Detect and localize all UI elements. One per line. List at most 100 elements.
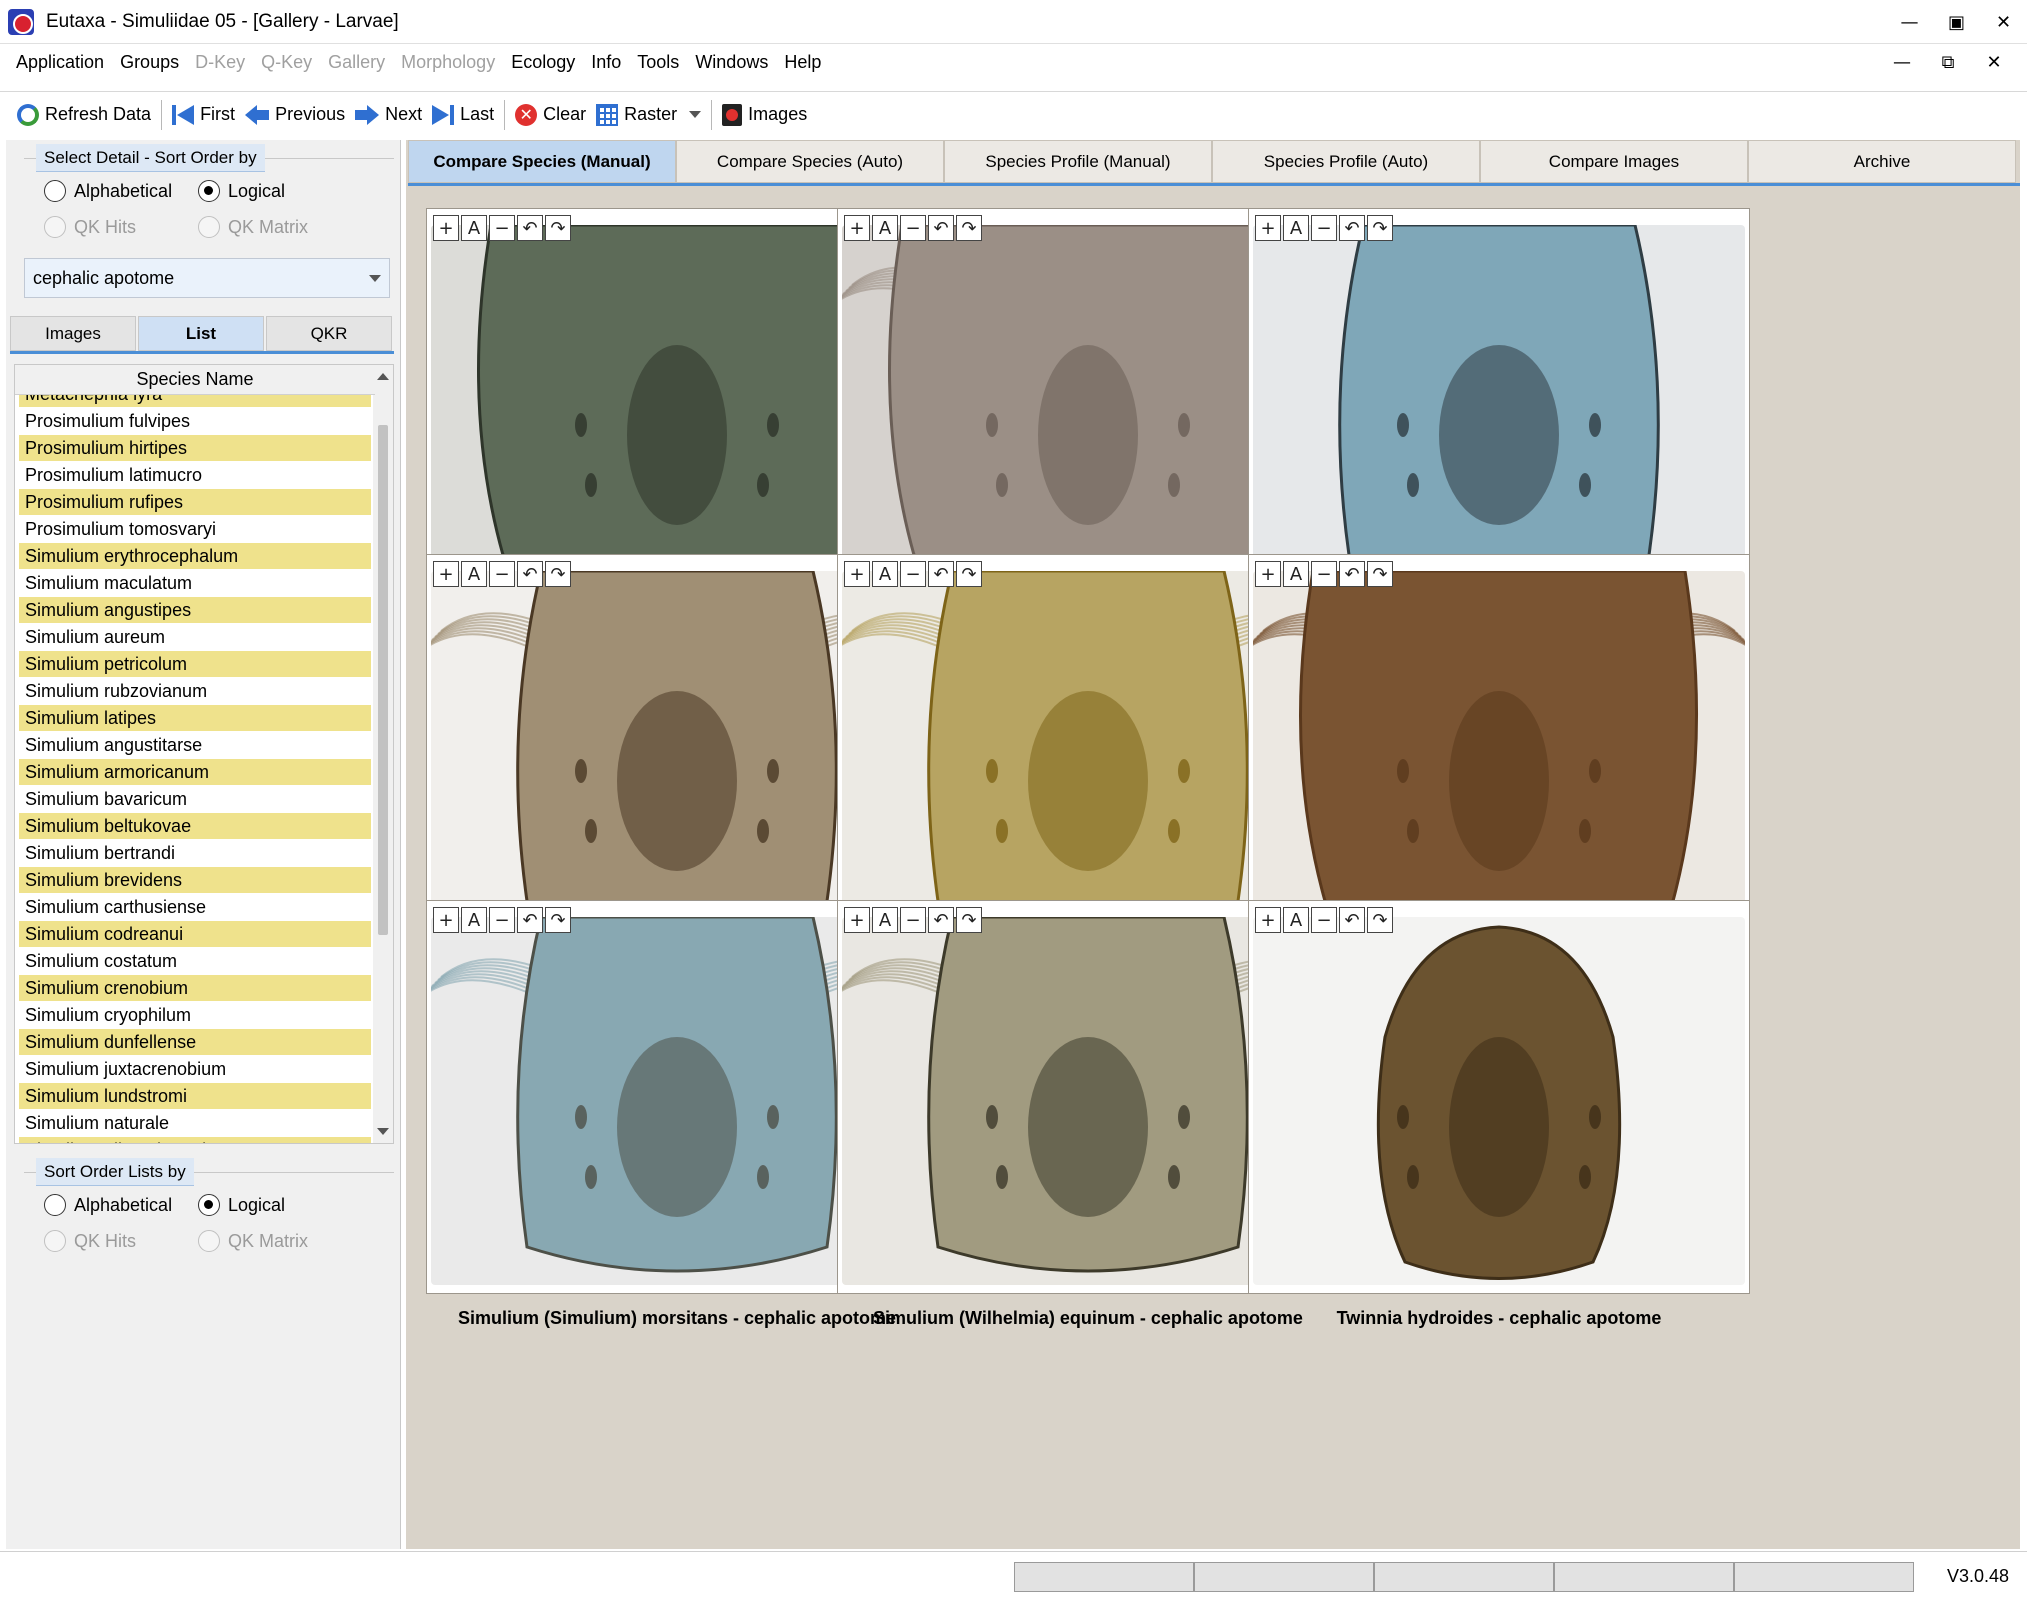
list-item[interactable]: Simulium bavaricum [19, 786, 371, 813]
annotate-icon[interactable]: A [461, 561, 487, 587]
tab-compare-species-auto[interactable]: Compare Species (Auto) [676, 140, 944, 183]
list-item[interactable]: Simulium carthusiense [19, 894, 371, 921]
scroll-down-icon[interactable] [377, 1128, 389, 1135]
menu-info[interactable]: Info [583, 52, 629, 73]
raster-button[interactable]: Raster [591, 98, 706, 132]
tab-compare-images[interactable]: Compare Images [1480, 140, 1748, 183]
list-item[interactable]: Simulium petricolum [19, 651, 371, 678]
sort-logical-radio[interactable]: Logical [198, 1194, 285, 1216]
species-list[interactable]: Species Name Metacnephia lyraProsimulium… [14, 364, 394, 1144]
rotate-right-icon[interactable]: ↷ [545, 561, 571, 587]
list-item[interactable]: Simulium dunfellense [19, 1029, 371, 1056]
list-item[interactable]: Simulium latipes [19, 705, 371, 732]
tab-species-profile-manual[interactable]: Species Profile (Manual) [944, 140, 1212, 183]
list-item[interactable]: Simulium rubzovianum [19, 678, 371, 705]
list-item[interactable]: Simulium angustipes [19, 597, 371, 624]
zoom-out-icon[interactable]: − [1311, 215, 1337, 241]
annotate-icon[interactable]: A [461, 907, 487, 933]
tab-compare-species-manual[interactable]: Compare Species (Manual) [408, 140, 676, 183]
detail-logical-radio[interactable]: Logical [198, 180, 285, 202]
images-button[interactable]: Images [717, 98, 812, 132]
zoom-in-icon[interactable]: + [844, 561, 870, 587]
list-item[interactable]: Simulium cryophilum [19, 1002, 371, 1029]
zoom-in-icon[interactable]: + [433, 215, 459, 241]
list-item[interactable]: Simulium brevidens [19, 867, 371, 894]
zoom-in-icon[interactable]: + [1255, 215, 1281, 241]
list-item[interactable]: Prosimulium tomosvaryi [19, 516, 371, 543]
zoom-out-icon[interactable]: − [900, 215, 926, 241]
list-item[interactable]: Simulium erythrocephalum [19, 543, 371, 570]
last-button[interactable]: Last [427, 98, 499, 132]
annotate-icon[interactable]: A [872, 561, 898, 587]
species-name-column-header[interactable]: Species Name [15, 365, 375, 395]
rotate-left-icon[interactable]: ↶ [1339, 907, 1365, 933]
specimen-photo[interactable] [1253, 225, 1745, 593]
zoom-in-icon[interactable]: + [1255, 907, 1281, 933]
tab-images[interactable]: Images [10, 316, 136, 351]
list-item[interactable]: Simulium lundstromi [19, 1083, 371, 1110]
list-item[interactable]: Simulium angustitarse [19, 732, 371, 759]
rotate-left-icon[interactable]: ↶ [928, 907, 954, 933]
detail-alphabetical-radio[interactable]: Alphabetical [44, 180, 172, 202]
rotate-right-icon[interactable]: ↷ [956, 215, 982, 241]
zoom-out-icon[interactable]: − [489, 561, 515, 587]
list-item[interactable]: Simulium costatum [19, 948, 371, 975]
list-item[interactable]: Prosimulium rufipes [19, 489, 371, 516]
list-item[interactable]: Simulium armoricanum [19, 759, 371, 786]
menu-windows[interactable]: Windows [687, 52, 776, 73]
rotate-right-icon[interactable]: ↷ [1367, 907, 1393, 933]
rotate-left-icon[interactable]: ↶ [1339, 561, 1365, 587]
zoom-in-icon[interactable]: + [433, 561, 459, 587]
zoom-out-icon[interactable]: − [1311, 561, 1337, 587]
child-minimize-icon[interactable]: — [1879, 44, 1925, 80]
chevron-down-icon[interactable] [369, 275, 381, 282]
rotate-left-icon[interactable]: ↶ [1339, 215, 1365, 241]
list-item[interactable]: Simulium aureum [19, 624, 371, 651]
menu-application[interactable]: Application [8, 52, 112, 73]
list-item[interactable]: Prosimulium fulvipes [19, 408, 371, 435]
annotate-icon[interactable]: A [1283, 215, 1309, 241]
rotate-right-icon[interactable]: ↷ [545, 215, 571, 241]
scroll-up-icon[interactable] [377, 373, 389, 380]
annotate-icon[interactable]: A [872, 907, 898, 933]
rotate-right-icon[interactable]: ↷ [1367, 215, 1393, 241]
rotate-right-icon[interactable]: ↷ [956, 561, 982, 587]
menu-tools[interactable]: Tools [629, 52, 687, 73]
zoom-in-icon[interactable]: + [844, 215, 870, 241]
zoom-out-icon[interactable]: − [1311, 907, 1337, 933]
previous-button[interactable]: Previous [240, 98, 350, 132]
sort-alphabetical-radio[interactable]: Alphabetical [44, 1194, 172, 1216]
species-list-scrollbar[interactable] [373, 365, 393, 1143]
tab-list[interactable]: List [138, 316, 264, 351]
rotate-right-icon[interactable]: ↷ [956, 907, 982, 933]
annotate-icon[interactable]: A [461, 215, 487, 241]
list-item[interactable]: Simulium maculatum [19, 570, 371, 597]
annotate-icon[interactable]: A [1283, 561, 1309, 587]
refresh-data-button[interactable]: Refresh Data [12, 98, 156, 132]
clear-button[interactable]: ✕ Clear [510, 98, 591, 132]
next-button[interactable]: Next [350, 98, 427, 132]
zoom-out-icon[interactable]: − [489, 215, 515, 241]
list-item[interactable]: Prosimulium latimucro [19, 462, 371, 489]
annotate-icon[interactable]: A [872, 215, 898, 241]
specimen-photo[interactable] [1253, 917, 1745, 1285]
list-item[interactable]: Simulium juxtacrenobium [19, 1056, 371, 1083]
tab-qkr[interactable]: QKR [266, 316, 392, 351]
tab-archive[interactable]: Archive [1748, 140, 2016, 183]
specimen-photo[interactable] [1253, 571, 1745, 939]
zoom-out-icon[interactable]: − [489, 907, 515, 933]
list-item[interactable]: Simulium beltukovae [19, 813, 371, 840]
zoom-in-icon[interactable]: + [433, 907, 459, 933]
minimize-icon[interactable]: — [1886, 0, 1933, 44]
menu-help[interactable]: Help [776, 52, 829, 73]
first-button[interactable]: First [167, 98, 240, 132]
detail-select[interactable]: cephalic apotome [24, 258, 390, 298]
list-item[interactable]: Simulium codreanui [19, 921, 371, 948]
rotate-left-icon[interactable]: ↶ [517, 561, 543, 587]
list-item[interactable]: Prosimulium hirtipes [19, 435, 371, 462]
scroll-thumb[interactable] [378, 425, 388, 935]
zoom-in-icon[interactable]: + [1255, 561, 1281, 587]
menu-groups[interactable]: Groups [112, 52, 187, 73]
child-restore-icon[interactable]: ⧉ [1925, 44, 1971, 80]
rotate-left-icon[interactable]: ↶ [928, 561, 954, 587]
